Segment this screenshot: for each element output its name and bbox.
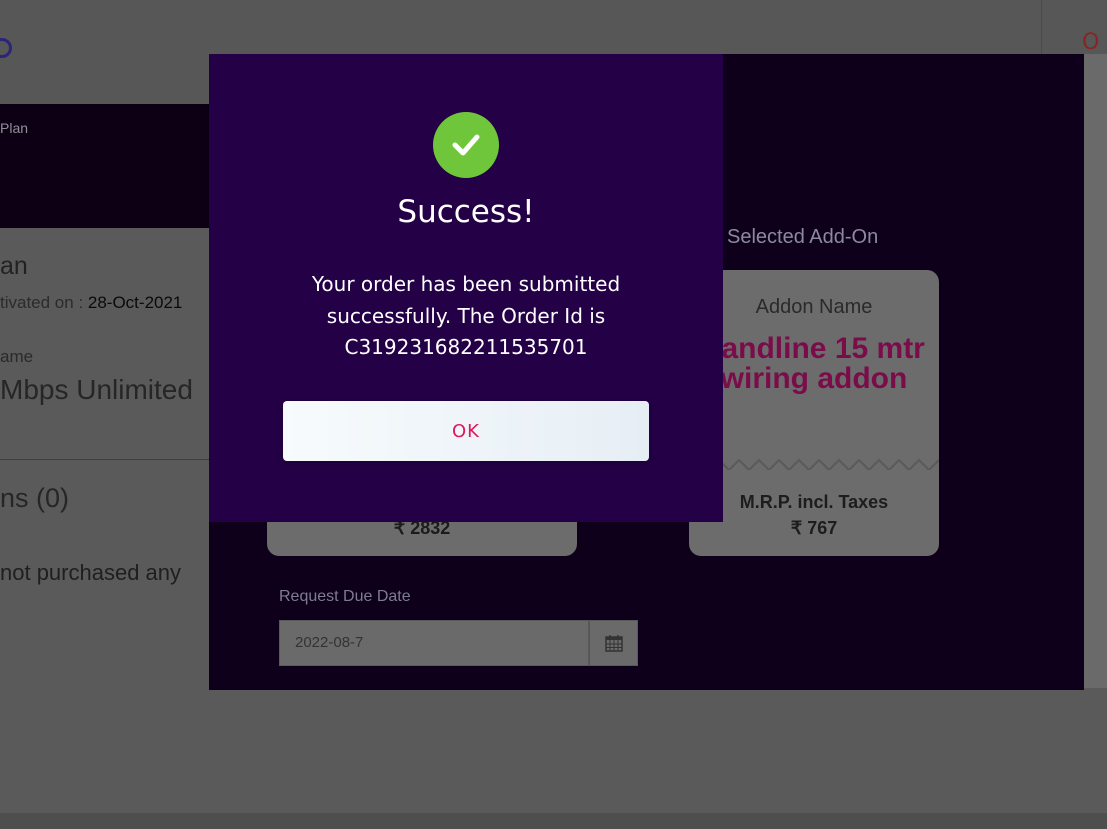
- mrp-value: ₹ 767: [790, 518, 838, 538]
- success-modal: Success! Your order has been submitted s…: [209, 54, 723, 522]
- zigzag-divider: [689, 458, 939, 470]
- activated-on-label: tivated on :: [0, 293, 88, 312]
- calendar-button[interactable]: [589, 620, 638, 666]
- divider: [0, 459, 230, 460]
- check-circle-icon: [433, 112, 499, 178]
- plan-banner: [0, 104, 230, 228]
- plan-heading: an: [0, 252, 28, 280]
- ok-button[interactable]: OK: [283, 401, 649, 461]
- addon-card: Addon Name Landline 15 mtr wiring addon …: [689, 270, 939, 556]
- activated-on-line: tivated on : 28-Oct-2021: [0, 293, 182, 313]
- addons-count-heading: ns (0): [0, 483, 70, 513]
- activated-on-value: 28-Oct-2021: [87, 293, 183, 312]
- mrp-label: M.R.P. incl. Taxes: [739, 492, 889, 512]
- request-due-date-label: Request Due Date: [279, 588, 411, 605]
- request-due-date-input[interactable]: 2022-08-7: [279, 620, 589, 666]
- scrollbar[interactable]: [1084, 54, 1107, 688]
- calendar-icon: [604, 635, 623, 652]
- addon-name-label: Addon Name: [755, 296, 873, 318]
- selected-addon-title: Selected Add-On: [727, 226, 879, 248]
- top-right-fragment: O: [1082, 30, 1100, 55]
- modal-title: Success!: [397, 194, 535, 230]
- plan-banner-label: Plan: [0, 120, 29, 136]
- bottom-strip: [0, 813, 1107, 829]
- addon-name-value: Landline 15 mtr wiring addon: [703, 332, 925, 395]
- plan-name-value: Mbps Unlimited: [0, 374, 193, 405]
- topbar-divider: [1041, 0, 1042, 54]
- modal-message: Your order has been submitted successful…: [311, 272, 621, 359]
- logo-icon: [0, 38, 12, 58]
- plan-name-label: ame: [0, 347, 34, 366]
- checkmark-icon: [452, 134, 480, 156]
- no-addons-text: not purchased any: [0, 560, 182, 585]
